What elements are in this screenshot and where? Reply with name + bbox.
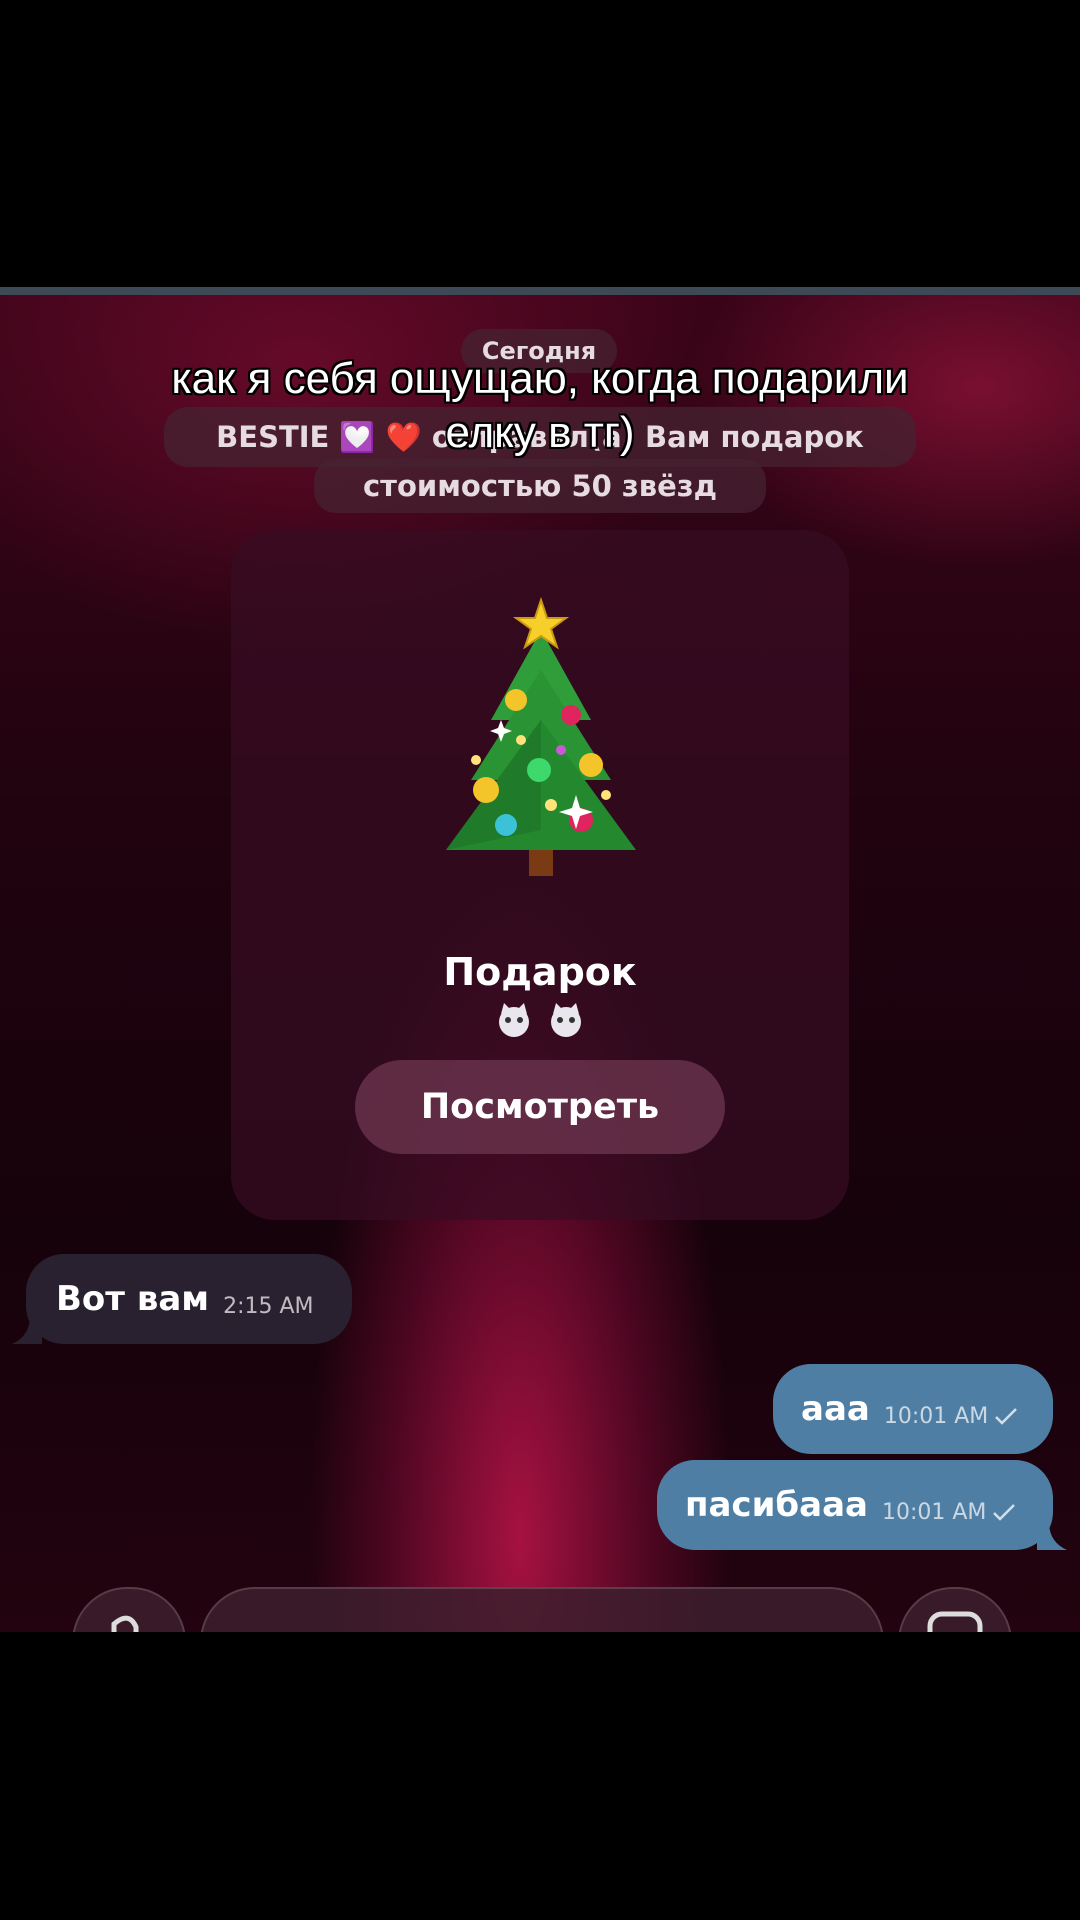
message-time: 10:01 AM [883,1403,989,1429]
message-bubble-outgoing[interactable]: пасибааа 10:01 AM [657,1460,1067,1550]
message-bubble-incoming[interactable]: Вот вам 2:15 AM [12,1254,352,1344]
chat-screen: Сегодня BESTIE 💟 ❤️ отправил(а) Вам пода… [0,287,1080,1632]
service-message-gift-cost: стоимостью 50 звёзд [314,459,766,513]
top-divider [0,287,1080,295]
cat-icon [499,1003,529,1037]
video-caption: как я себя ощущаю, когда подарили елку в… [171,354,909,457]
message-bubble-outgoing[interactable]: ааа 10:01 AM [773,1364,1053,1454]
message-input[interactable] [200,1587,884,1632]
input-bar [0,1587,1080,1632]
gift-title: Подарок [443,950,637,994]
sent-check-icon [993,1504,1016,1521]
message-text: ааа [801,1389,870,1429]
camera-icon [927,1611,983,1632]
gift-decor [231,1000,849,1044]
message-text: Вот вам [56,1279,210,1319]
gift-card[interactable]: Подарок Посмотреть [231,530,849,1220]
message-text: пасибааа [685,1485,868,1525]
attach-button[interactable] [72,1587,186,1632]
voice-button[interactable] [898,1587,1012,1632]
christmas-tree-icon [431,590,651,890]
paperclip-icon [111,1615,139,1632]
sent-check-icon [995,1408,1018,1425]
view-gift-button[interactable]: Посмотреть [355,1060,725,1154]
cat-icon [551,1003,581,1037]
message-time: 2:15 AM [223,1293,314,1319]
message-time: 10:01 AM [881,1499,987,1525]
